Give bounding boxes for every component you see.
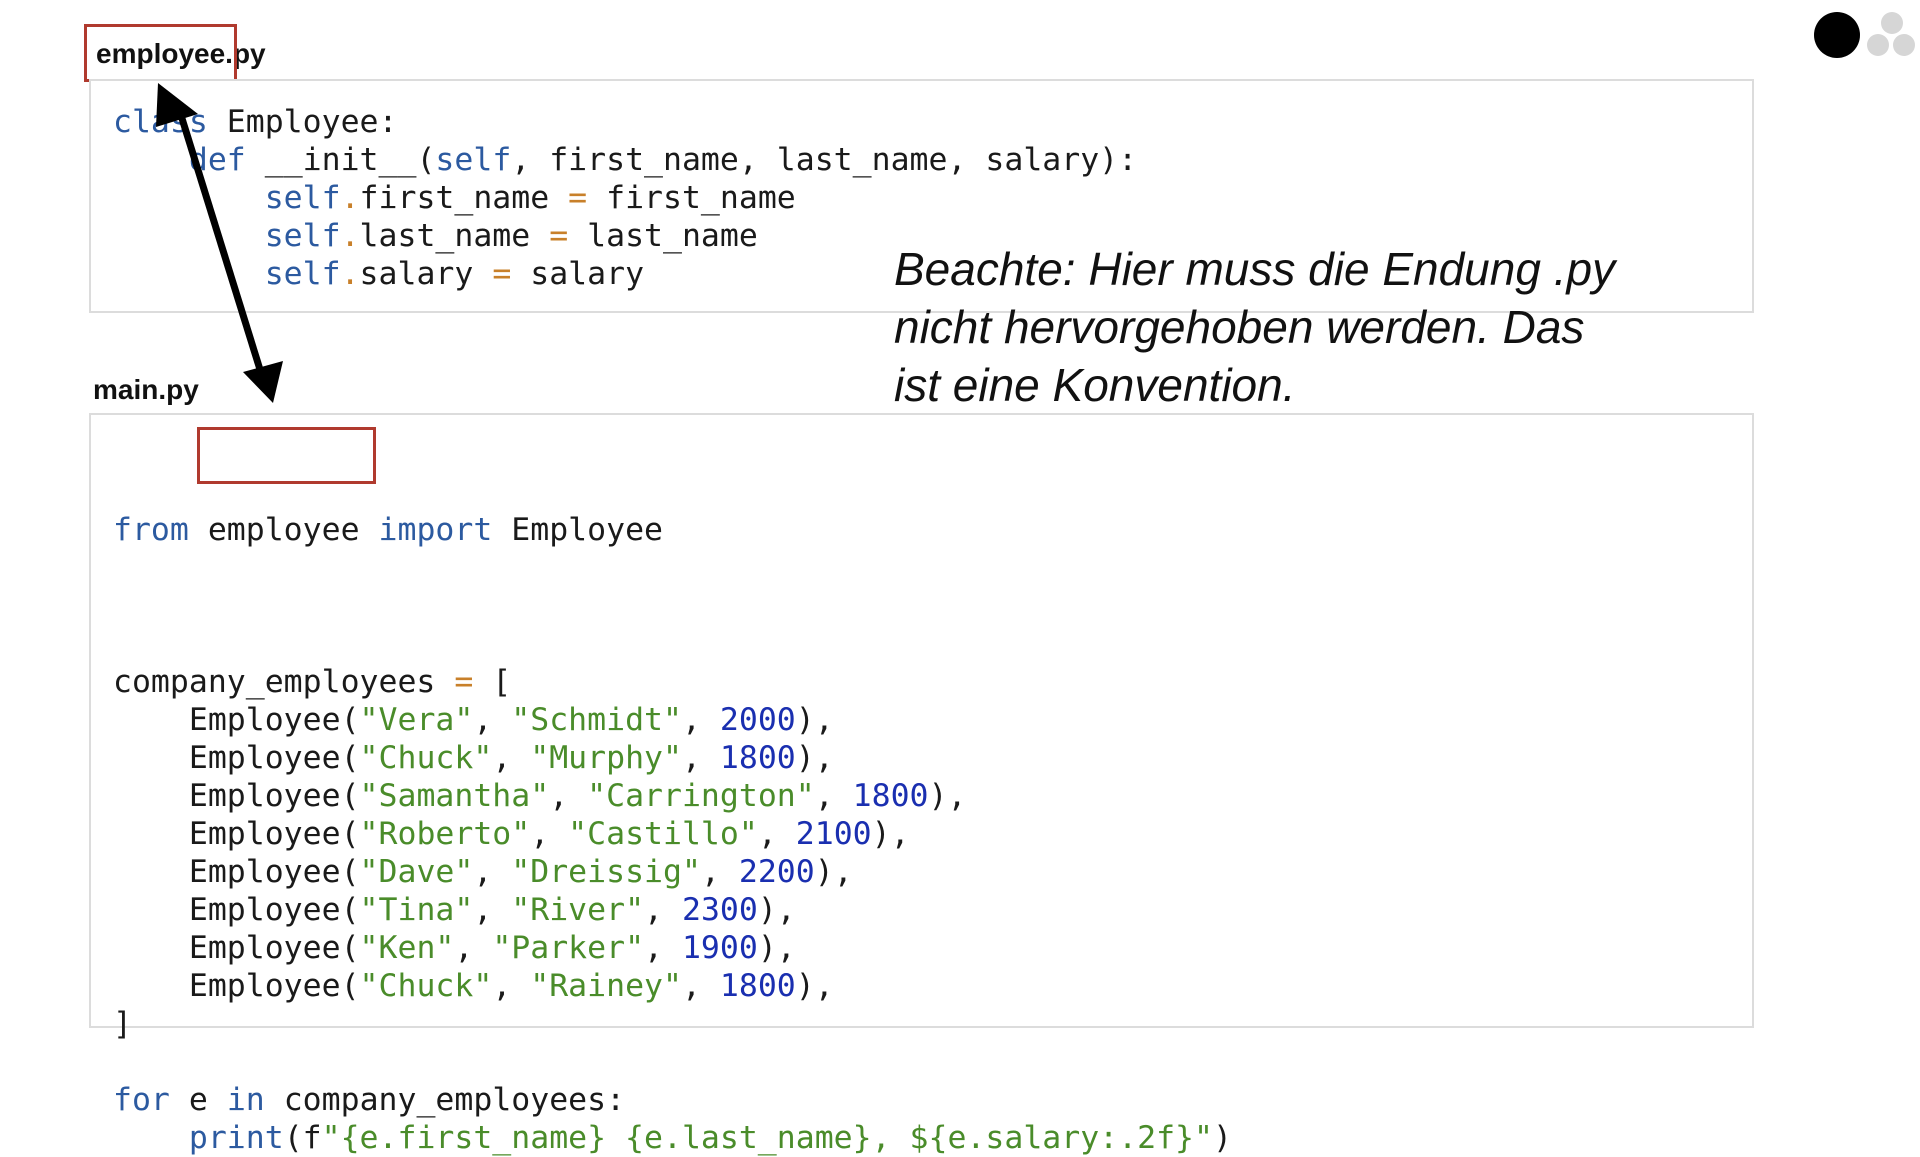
slide-dots xyxy=(1800,10,1920,70)
code-token: print xyxy=(188,1120,284,1156)
code-token: e xyxy=(169,1082,227,1118)
dot-inactive-icon xyxy=(1867,34,1889,56)
code-token: "{e.first_name} {e.last_name}, ${e.salar… xyxy=(321,1120,1213,1156)
code-token: ) xyxy=(1212,1120,1232,1156)
code-token: in xyxy=(226,1082,265,1118)
arrowhead-up-icon xyxy=(156,83,198,127)
code-line: print(f"{e.first_name} {e.last_name}, ${… xyxy=(113,1119,1232,1157)
code-token: (f xyxy=(283,1120,322,1156)
code-line: for e in company_employees: xyxy=(113,1081,1232,1119)
double-arrow-icon xyxy=(156,83,283,403)
dot-inactive-icon xyxy=(1881,12,1903,34)
dot-active-icon xyxy=(1814,12,1860,58)
arrowhead-down-icon xyxy=(243,361,283,403)
dot-inactive-icon xyxy=(1893,34,1915,56)
code-token: for xyxy=(113,1082,170,1118)
code-token: company_employees: xyxy=(264,1082,626,1118)
